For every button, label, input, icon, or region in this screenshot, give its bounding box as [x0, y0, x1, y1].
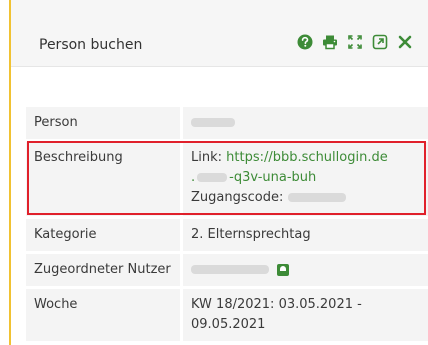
access-code-label: Zugangscode:: [191, 190, 284, 205]
week-value: KW 18/2021: 03.05.2021 - 09.05.2021: [180, 289, 428, 341]
booking-details: Person Beschreibung Link: https://bbb.sc…: [11, 67, 428, 345]
user-card-icon[interactable]: [277, 263, 290, 276]
person-value: [180, 107, 428, 139]
link-prefix: Link:: [191, 150, 223, 165]
redacted-person-name: [191, 118, 235, 127]
person-label: Person: [34, 115, 78, 130]
redacted-user-name: [191, 265, 269, 274]
redacted-link-part: [197, 173, 228, 182]
panel-title: Person buchen: [39, 37, 143, 53]
meeting-link-start[interactable]: https://bbb.schullogin.de: [226, 150, 388, 165]
category-label: Kategorie: [34, 227, 97, 242]
description-label: Beschreibung: [34, 150, 123, 165]
fullscreen-icon[interactable]: [346, 33, 364, 51]
detail-row-person: Person: [26, 107, 428, 139]
panel-toolbar: [296, 33, 421, 51]
print-icon[interactable]: [321, 33, 339, 51]
meeting-link-end[interactable]: -q3v-una-buh: [229, 170, 316, 185]
detail-row-week: Woche KW 18/2021: 03.05.2021 - 09.05.202…: [26, 289, 428, 341]
assigned-user-value: [180, 254, 428, 286]
open-external-icon[interactable]: [371, 33, 389, 51]
description-value: Link: https://bbb.schullogin.de . -q3v-un…: [180, 142, 428, 216]
close-icon[interactable]: [396, 33, 414, 51]
left-rail: [0, 0, 11, 345]
detail-row-assigned-user: Zugeordneter Nutzer: [26, 254, 428, 286]
redacted-access-code: [287, 193, 346, 202]
assigned-user-label: Zugeordneter Nutzer: [34, 262, 171, 277]
detail-row-category: Kategorie 2. Elternsprechtag: [26, 219, 428, 251]
help-icon[interactable]: [296, 33, 314, 51]
category-value: 2. Elternsprechtag: [180, 219, 428, 251]
detail-row-description: Beschreibung Link: https://bbb.schullogi…: [26, 142, 428, 216]
meeting-link-dot[interactable]: .: [191, 170, 195, 185]
week-label: Woche: [34, 297, 78, 312]
